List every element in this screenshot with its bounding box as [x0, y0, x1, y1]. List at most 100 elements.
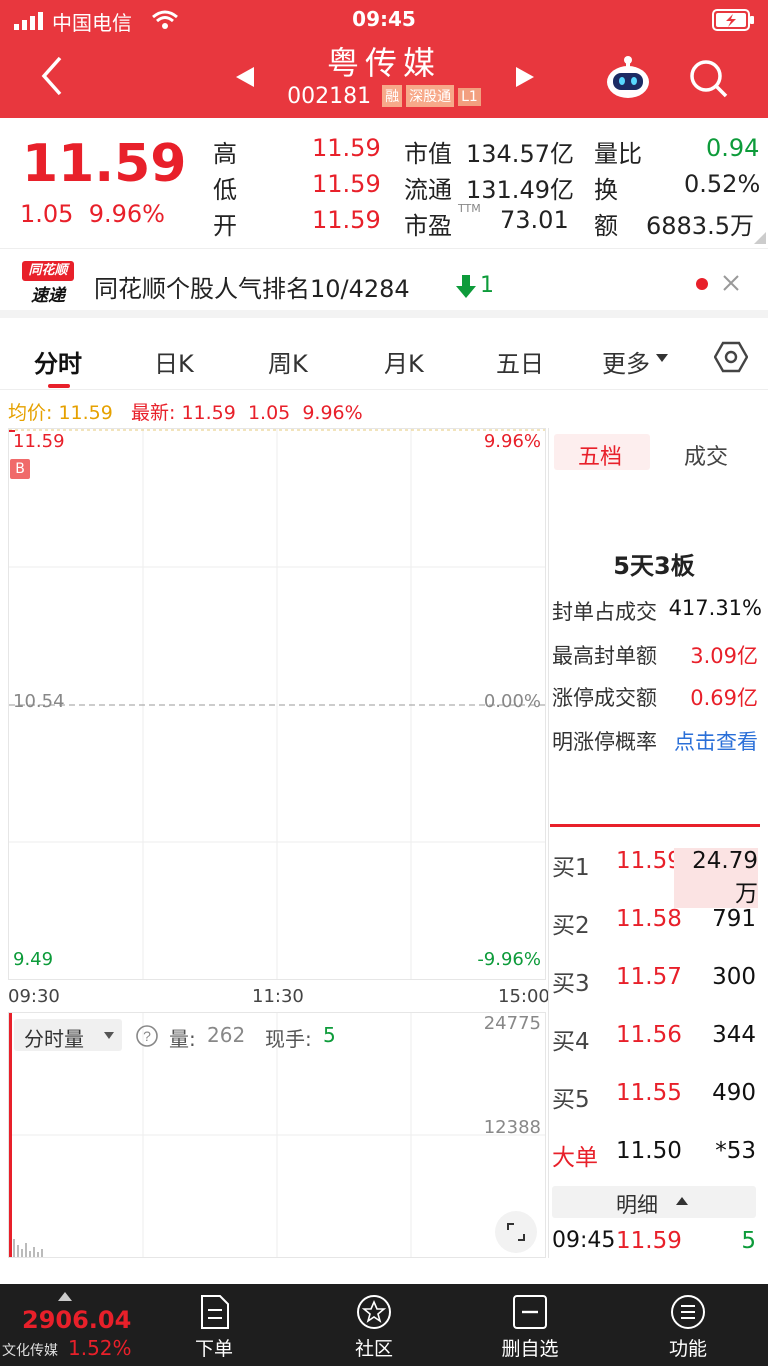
- bid-row-4: 买4 11.56 344: [552, 1022, 756, 1055]
- turnover-label: 换: [594, 176, 618, 204]
- limit-streak: 5天3板: [613, 552, 695, 580]
- community-icon: [357, 1295, 391, 1329]
- vol-axis-mid: 12388: [483, 1117, 541, 1138]
- big-order-row[interactable]: 大单 11.50 *53: [552, 1138, 760, 1178]
- pct-axis-mid: 0.00%: [483, 691, 541, 712]
- bid-row-3: 买3 11.57 300: [552, 964, 756, 997]
- index-ticker[interactable]: 2906.04 文化传媒 1.52%: [0, 1284, 140, 1366]
- bid-row-1: 买1 11.59 24.79万: [552, 848, 758, 908]
- view-probability-link[interactable]: 点击查看: [674, 726, 758, 756]
- popularity-rank-text: 同花顺个股人气排名10/4284: [94, 275, 410, 303]
- panel-tab-trades[interactable]: 成交: [684, 439, 728, 471]
- tag-level: L1: [458, 88, 481, 106]
- tab-monthly-k[interactable]: 月K: [384, 344, 424, 379]
- y-axis-top: 11.59: [13, 431, 65, 452]
- robot-assistant-icon[interactable]: [604, 54, 652, 100]
- tab-daily-k[interactable]: 日K: [154, 344, 194, 379]
- close-icon[interactable]: [722, 274, 740, 292]
- latest-label: 最新:: [130, 402, 176, 424]
- price-info-line: 均价: 11.59 最新: 11.59 1.05 9.96%: [8, 398, 363, 425]
- panel-tabs: 五档 成交: [552, 432, 760, 472]
- tab-weekly-k[interactable]: 周K: [268, 344, 308, 379]
- y-axis-mid: 10.54: [13, 691, 65, 712]
- pe-label: 市盈: [404, 212, 452, 240]
- tag-margin: 融: [382, 85, 403, 107]
- fullscreen-button[interactable]: [495, 1211, 537, 1253]
- amount-label: 额: [594, 212, 618, 240]
- battery-icon: [712, 9, 754, 31]
- limit-amount-row: 涨停成交额 0.69亿: [552, 686, 758, 710]
- active-tab-indicator: [48, 384, 70, 388]
- nav-functions[interactable]: 功能: [628, 1284, 748, 1366]
- popularity-banner[interactable]: 同花顺 速递 同花顺个股人气排名10/4284 1: [0, 248, 768, 318]
- time-mid: 11:30: [252, 986, 304, 1007]
- order-icon: [201, 1295, 229, 1329]
- high-label: 高: [213, 140, 237, 168]
- time-end: 15:00: [498, 986, 550, 1007]
- pct-axis-top: 9.96%: [483, 431, 541, 452]
- current-price: 11.59: [22, 134, 187, 194]
- volratio-label: 量比: [594, 140, 642, 168]
- stock-code-line: 002181 融深股通 L1: [0, 84, 768, 109]
- expand-icon: [507, 1223, 525, 1241]
- float-value: 131.49亿: [466, 176, 574, 204]
- latest-change: 1.05: [247, 402, 291, 424]
- notification-dot: [696, 278, 708, 290]
- nav-community[interactable]: 社区: [314, 1284, 434, 1366]
- pe-ttm-sup: TTM: [458, 202, 481, 215]
- rank-change: 1: [480, 273, 494, 298]
- float-label: 流通: [404, 176, 452, 204]
- bid-row-2: 买2 11.58 791: [552, 906, 756, 939]
- pct-axis-bottom: -9.96%: [477, 949, 541, 970]
- dropdown-icon: [104, 1032, 114, 1039]
- clock: 09:45: [352, 7, 416, 31]
- mcap-value: 134.57亿: [466, 140, 574, 168]
- expand-corner-icon[interactable]: [754, 232, 766, 244]
- expand-up-icon: [58, 1292, 72, 1301]
- help-icon[interactable]: ?: [135, 1024, 159, 1048]
- volume-selector[interactable]: 分时量: [14, 1019, 122, 1051]
- change-amount: 1.05: [20, 200, 74, 228]
- ths-logo: 同花顺 速递: [22, 261, 74, 306]
- latest-percent: 9.96%: [302, 402, 363, 424]
- bottom-bar: 2906.04 文化传媒 1.52% 下单 社区 删自选 功能: [0, 1284, 768, 1366]
- next-stock-icon[interactable]: [514, 66, 536, 88]
- nav-remove-watchlist[interactable]: 删自选: [470, 1284, 590, 1366]
- tab-more[interactable]: 更多: [602, 344, 650, 379]
- buy-marker: B: [10, 459, 30, 479]
- index-percent: 1.52%: [68, 1336, 132, 1360]
- remove-watchlist-icon: [513, 1295, 547, 1329]
- low-label: 低: [213, 176, 237, 204]
- index-name: 文化传媒: [2, 1343, 58, 1359]
- stock-name: 粤传媒: [326, 44, 441, 82]
- price-change: 1.05 9.96%: [20, 200, 165, 228]
- stock-code: 002181: [287, 84, 372, 109]
- vol-label: 量:: [169, 1027, 196, 1051]
- tab-intraday[interactable]: 分时: [34, 344, 82, 379]
- search-icon[interactable]: [688, 58, 730, 100]
- hand-label: 现手:: [265, 1027, 312, 1051]
- tab-five-day[interactable]: 五日: [496, 344, 544, 379]
- volume-chart[interactable]: 分时量 ? 量: 262 现手: 5 24775 12388: [8, 1012, 546, 1258]
- open-label: 开: [213, 212, 237, 240]
- mcap-label: 市值: [404, 140, 452, 168]
- svg-text:?: ?: [143, 1028, 151, 1044]
- volratio-value: 0.94: [706, 134, 760, 162]
- max-seal-row: 最高封单额 3.09亿: [552, 644, 758, 668]
- hand-value: 5: [323, 1023, 336, 1047]
- limit-prob-row: 明涨停概率 点击查看: [552, 726, 760, 756]
- chevron-up-icon: [676, 1197, 688, 1205]
- open-value: 11.59: [312, 206, 381, 234]
- trade-row: 09:45 11.59 5: [552, 1228, 756, 1254]
- panel-tab-five[interactable]: 五档: [554, 434, 650, 470]
- chevron-down-icon: [656, 354, 668, 362]
- vol-axis-top: 24775: [483, 1013, 541, 1034]
- intraday-chart[interactable]: 11.59 B 9.96% 10.54 0.00% 9.49 -9.96%: [8, 428, 546, 980]
- arrow-down-icon: [456, 275, 476, 298]
- detail-toggle[interactable]: 明细: [552, 1186, 756, 1218]
- bid-row-5: 买5 11.55 490: [552, 1080, 756, 1113]
- chart-grid: [9, 429, 545, 979]
- seal-ratio-row: 封单占成交 417.31%: [552, 596, 762, 624]
- nav-order[interactable]: 下单: [154, 1284, 274, 1366]
- settings-icon[interactable]: [714, 340, 748, 374]
